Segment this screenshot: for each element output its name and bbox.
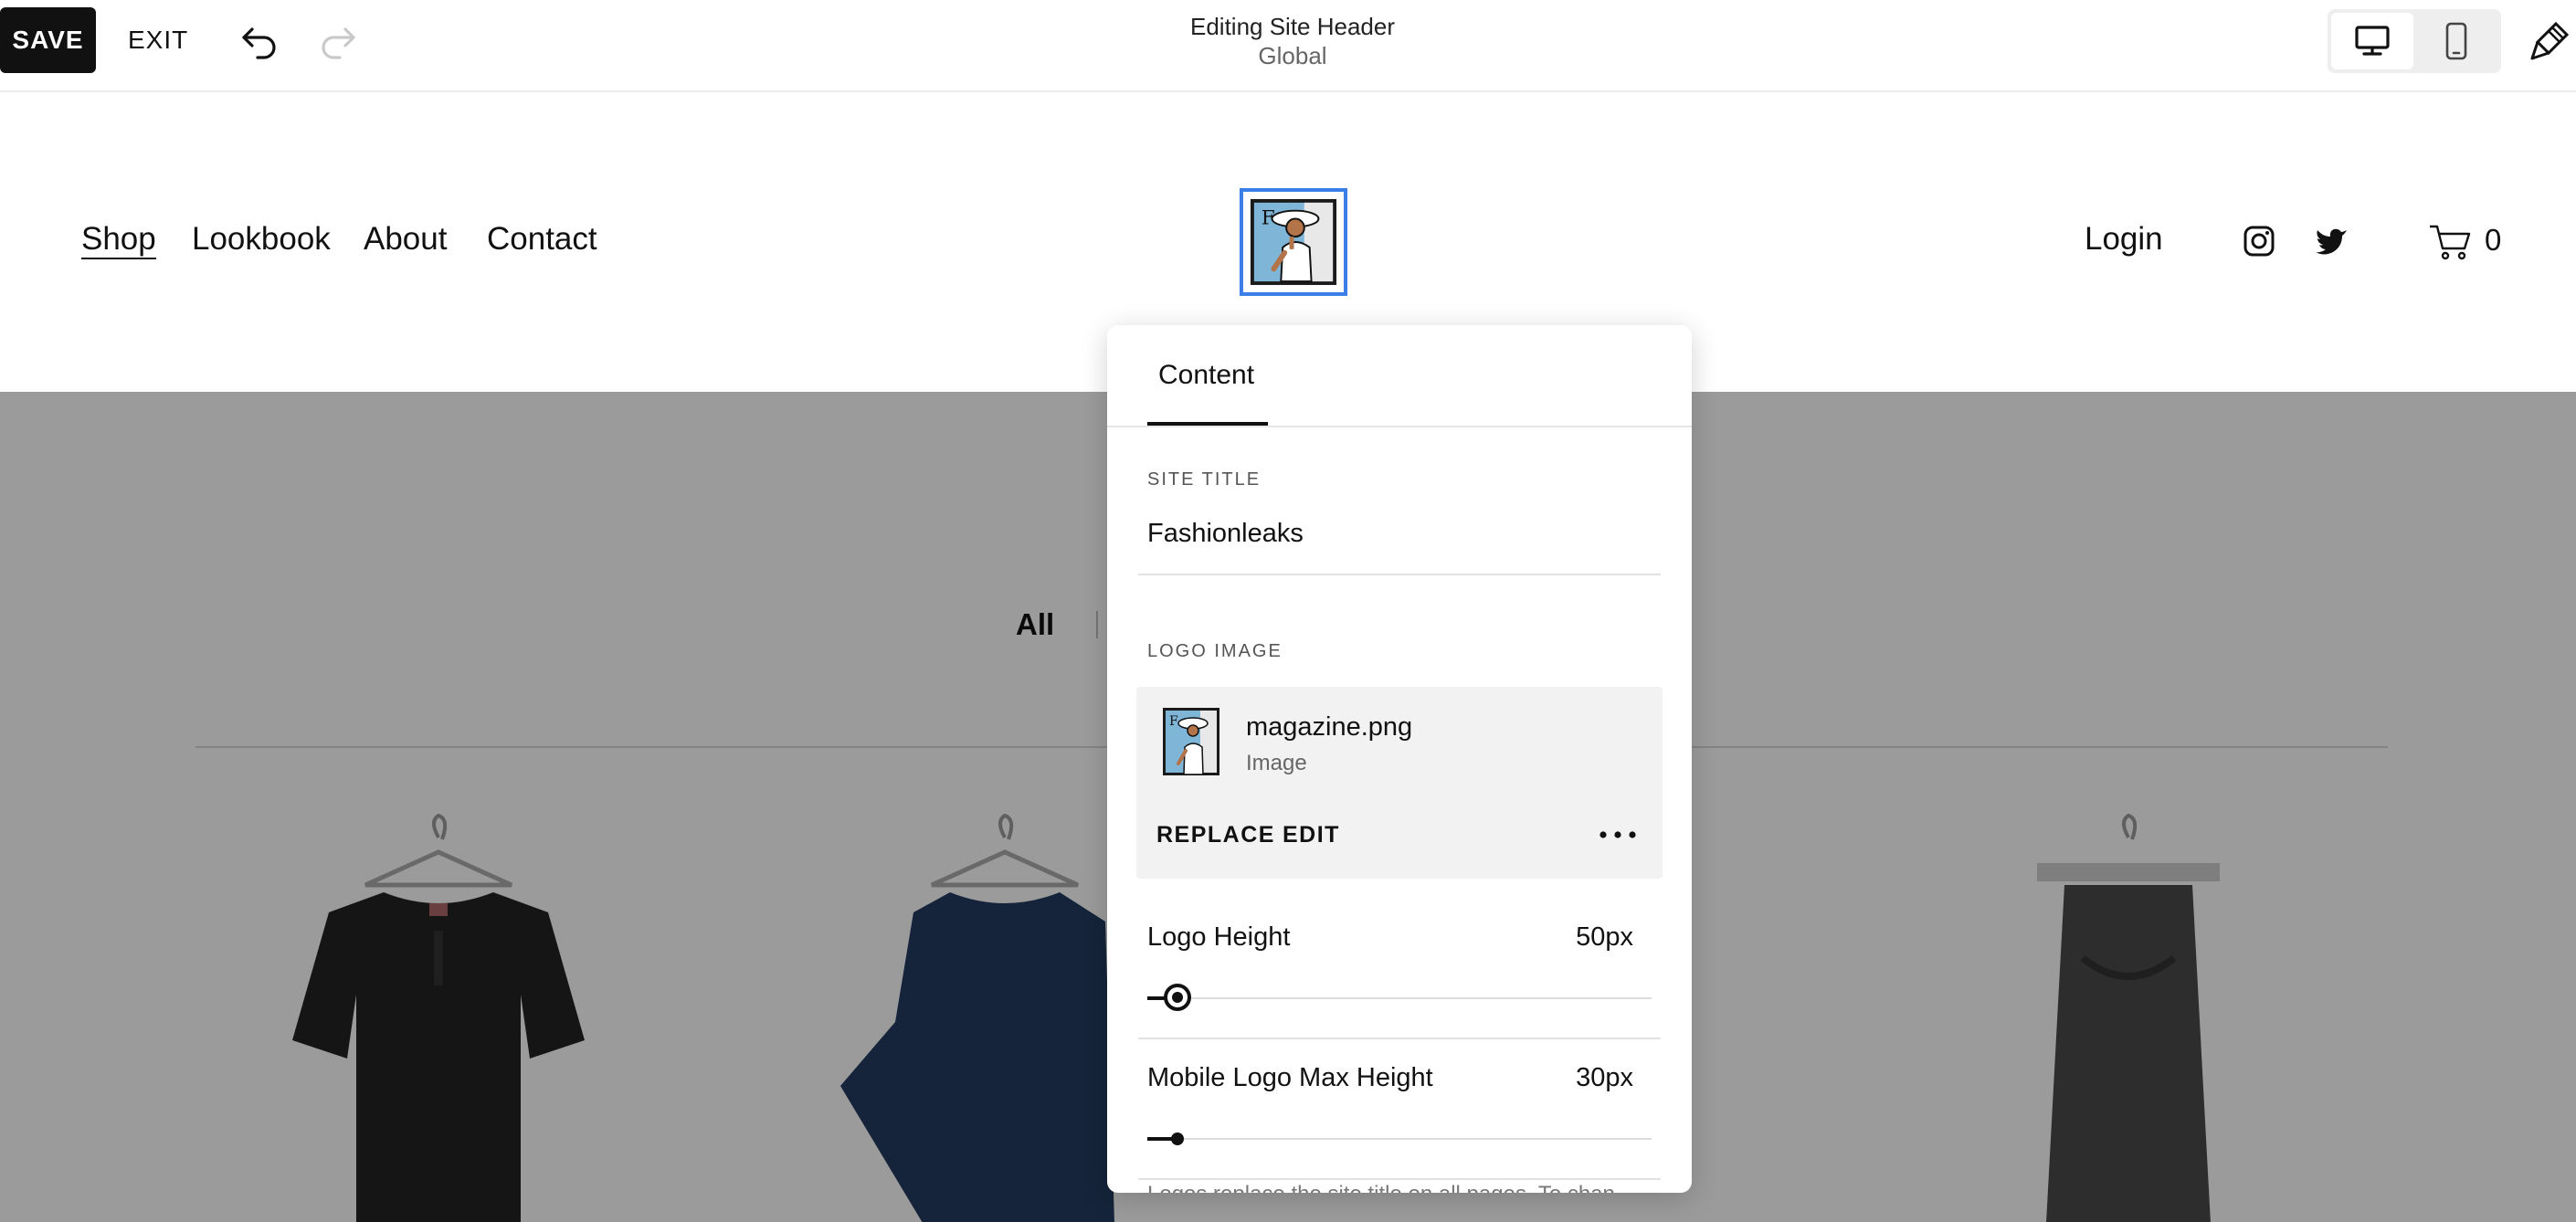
paintbrush-icon[interactable] [2528,18,2572,62]
mobile-logo-divider [1138,1178,1661,1180]
more-options-icon[interactable] [1595,824,1641,846]
panel-divider [1107,426,1692,427]
site-logo[interactable]: F [1240,188,1347,296]
redo-icon[interactable] [318,20,358,60]
magazine-logo-image: F [1250,198,1337,286]
desktop-view-button[interactable] [2331,13,2413,69]
logo-height-slider[interactable] [1147,984,1652,1011]
save-button[interactable]: SAVE [0,7,96,73]
site-title-label: SITE TITLE [1147,469,1262,490]
undo-icon[interactable] [239,20,280,60]
replace-button[interactable]: REPLACE [1156,822,1275,848]
logo-file-type: Image [1246,751,1307,775]
mobile-icon [2445,22,2467,60]
mobile-logo-max-height-value: 30px [1576,1063,1633,1092]
header-content-panel: Content SITE TITLE Fashionleaks LOGO IMA… [1107,325,1692,1193]
logo-help-text: Logos replace the site title on all page… [1147,1182,1615,1193]
editor-toolbar: SAVE EXIT Editing Site Header Global [0,0,2576,92]
login-link[interactable]: Login [2085,221,2163,258]
logo-height-divider [1138,1038,1661,1039]
logo-file-name: magazine.png [1246,712,1413,742]
editing-title: Editing Site Header [1189,13,1396,40]
svg-text:F: F [1169,714,1178,729]
logo-thumbnail: F [1163,708,1219,775]
site-title-underline [1138,574,1661,575]
mobile-logo-max-height-label: Mobile Logo Max Height [1147,1063,1433,1092]
mobile-view-button[interactable] [2415,13,2497,69]
logo-height-slider-handle[interactable] [1164,984,1191,1011]
mobile-logo-max-height-slider[interactable] [1147,1132,1652,1145]
nav-item-lookbook[interactable]: Lookbook [192,219,331,259]
site-title-input[interactable]: Fashionleaks [1147,519,1304,549]
logo-image-label: LOGO IMAGE [1147,641,1283,661]
mobile-logo-max-height-slider-handle[interactable] [1171,1132,1184,1145]
cart-count: 0 [2485,223,2502,257]
twitter-icon[interactable] [2315,226,2348,256]
edit-button[interactable]: EDIT [1283,822,1340,848]
nav-item-shop[interactable]: Shop [81,219,156,259]
logo-height-value: 50px [1576,922,1633,952]
instagram-icon[interactable] [2243,225,2275,258]
nav-item-contact[interactable]: Contact [487,219,597,259]
logo-image-card: F magazine.png Image REPLACE EDIT [1136,687,1663,879]
desktop-icon [2355,26,2390,56]
logo-height-label: Logo Height [1147,922,1291,952]
editing-scope: Global [1258,42,1327,69]
exit-button[interactable]: EXIT [128,7,188,73]
cart-icon[interactable] [2428,223,2472,261]
device-toggle [2328,9,2501,73]
tab-content[interactable]: Content [1158,360,1254,391]
nav-item-about[interactable]: About [364,219,447,259]
